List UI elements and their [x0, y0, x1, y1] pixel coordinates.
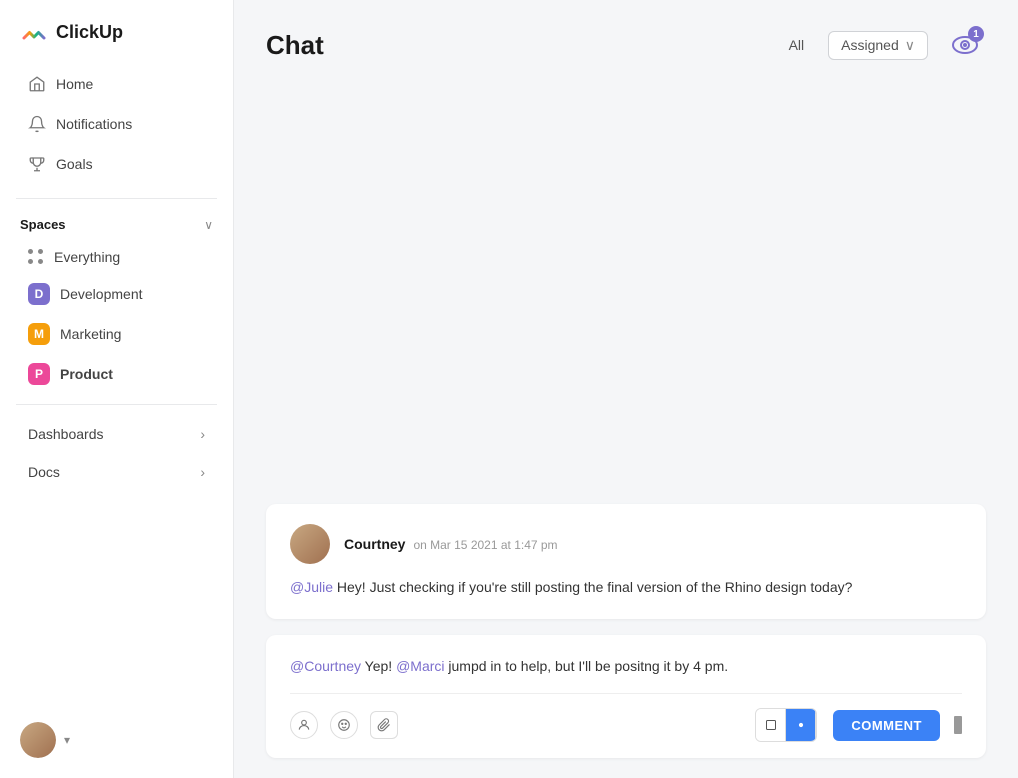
chat-spacer	[266, 82, 986, 488]
sidebar-nav: Home Notifications Goals	[0, 60, 233, 188]
grid-icon	[796, 720, 806, 730]
main-content: Chat All Assigned ∨ 1 Courtney on M	[234, 0, 1018, 778]
message-time-1: on Mar 15 2021 at 1:47 pm	[413, 538, 557, 552]
everything-dots-icon	[28, 249, 44, 265]
sidebar-item-marketing[interactable]: M Marketing	[8, 315, 225, 353]
watch-count-badge: 1	[968, 26, 984, 42]
reply-mention-2: @Marci	[396, 658, 444, 674]
page-title: Chat	[266, 30, 765, 61]
sidebar-item-everything[interactable]: Everything	[8, 241, 225, 273]
filter-all-button[interactable]: All	[781, 33, 813, 57]
message-meta-1: Courtney on Mar 15 2021 at 1:47 pm	[344, 536, 558, 552]
sidebar-item-goals-label: Goals	[56, 156, 93, 172]
sidebar-item-dashboards[interactable]: Dashboards ›	[8, 416, 225, 452]
marketing-badge: M	[28, 323, 50, 345]
chat-area: Courtney on Mar 15 2021 at 1:47 pm @Juli…	[234, 82, 1018, 778]
docs-chevron-icon: ›	[200, 464, 205, 480]
bell-icon	[28, 115, 46, 133]
comment-button[interactable]: COMMENT	[833, 710, 940, 741]
person-icon	[297, 718, 311, 732]
emoji-icon	[337, 718, 351, 732]
sidebar-item-notifications[interactable]: Notifications	[8, 105, 225, 143]
reply-card: @Courtney Yep! @Marci jumpd in to help, …	[266, 635, 986, 758]
divider-2	[16, 404, 217, 405]
docs-label: Docs	[28, 464, 60, 480]
user-avatar[interactable]	[20, 722, 56, 758]
sidebar-item-marketing-label: Marketing	[60, 326, 121, 342]
sidebar-item-development-label: Development	[60, 286, 143, 302]
dashboards-chevron-icon: ›	[200, 426, 205, 442]
attachment-icon-button[interactable]	[370, 711, 398, 739]
message-body-1: @Julie Hey! Just checking if you're stil…	[290, 576, 962, 598]
sidebar-item-product[interactable]: P Product	[8, 355, 225, 393]
filter-assigned-button[interactable]: Assigned ∨	[828, 31, 928, 60]
cursor-indicator	[954, 716, 962, 734]
reply-body: @Courtney Yep! @Marci jumpd in to help, …	[290, 655, 962, 677]
watch-button[interactable]: 1	[944, 24, 986, 66]
sidebar-item-development[interactable]: D Development	[8, 275, 225, 313]
message-avatar-1	[290, 524, 330, 564]
user-caret-icon[interactable]: ▾	[64, 733, 70, 747]
trophy-icon	[28, 155, 46, 173]
message-author-1: Courtney	[344, 536, 405, 552]
home-icon	[28, 75, 46, 93]
logo-text: ClickUp	[56, 22, 123, 43]
message-mention-1: @Julie	[290, 579, 333, 595]
list-icon	[765, 719, 777, 731]
spaces-header[interactable]: Spaces ∨	[0, 209, 233, 240]
reply-mention-1: @Courtney	[290, 658, 361, 674]
emoji-icon-button[interactable]	[330, 711, 358, 739]
person-icon-button[interactable]	[290, 711, 318, 739]
main-header: Chat All Assigned ∨ 1	[234, 0, 1018, 82]
sidebar-item-home-label: Home	[56, 76, 93, 92]
sidebar-item-everything-label: Everything	[54, 249, 120, 265]
message-card-1: Courtney on Mar 15 2021 at 1:47 pm @Juli…	[266, 504, 986, 618]
toolbar-button-group	[755, 708, 817, 742]
toolbar-option-button-2[interactable]	[786, 709, 816, 741]
message-text-1: Hey! Just checking if you're still posti…	[333, 579, 852, 595]
toolbar-option-button-1[interactable]	[756, 709, 786, 741]
clickup-logo-icon	[20, 18, 48, 46]
reply-text-2: jumpd in to help, but I'll be positng it…	[445, 658, 729, 674]
divider-1	[16, 198, 217, 199]
reply-toolbar: COMMENT	[290, 693, 962, 742]
spaces-title: Spaces	[20, 217, 66, 232]
sidebar-item-docs[interactable]: Docs ›	[8, 454, 225, 490]
sidebar-item-goals[interactable]: Goals	[8, 145, 225, 183]
sidebar-item-home[interactable]: Home	[8, 65, 225, 103]
logo[interactable]: ClickUp	[0, 0, 233, 60]
reply-text-1: Yep!	[361, 658, 396, 674]
filter-assigned-chevron-icon: ∨	[905, 37, 915, 54]
filter-assigned-label: Assigned	[841, 37, 899, 53]
message-header-1: Courtney on Mar 15 2021 at 1:47 pm	[290, 524, 962, 564]
sidebar-bottom: ▾	[0, 712, 233, 768]
sidebar-item-product-label: Product	[60, 366, 113, 382]
dashboards-label: Dashboards	[28, 426, 104, 442]
development-badge: D	[28, 283, 50, 305]
spaces-chevron-icon: ∨	[204, 218, 213, 232]
sidebar-item-notifications-label: Notifications	[56, 116, 132, 132]
paperclip-icon	[377, 718, 391, 732]
product-badge: P	[28, 363, 50, 385]
sidebar: ClickUp Home Notifications Goals	[0, 0, 234, 778]
